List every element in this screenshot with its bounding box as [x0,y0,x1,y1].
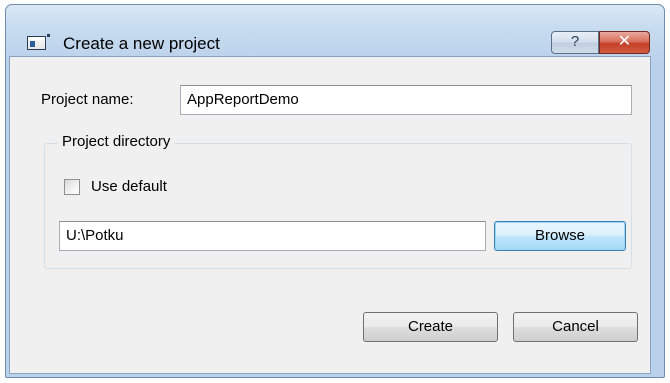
project-name-input[interactable]: AppReportDemo [180,85,632,115]
dialog-body: Project name: AppReportDemo Project dire… [9,56,651,374]
project-directory-input[interactable]: U:\Potku [59,221,486,251]
use-default-label[interactable]: Use default [91,178,167,196]
dialog-window: Create a new project ? ✕ Project name: A… [0,0,670,383]
close-icon: ✕ [617,33,632,50]
window-title: Create a new project [63,34,220,53]
close-button[interactable]: ✕ [599,31,650,54]
project-directory-group: Project directory Use default U:\Potku B… [44,133,632,269]
browse-button[interactable]: Browse [494,221,626,251]
project-name-label: Project name: [41,91,134,108]
group-title: Project directory [58,133,175,151]
help-icon: ? [570,33,580,50]
cancel-button[interactable]: Cancel [513,312,638,342]
application-window-icon [27,34,50,50]
help-button[interactable]: ? [551,31,599,54]
use-default-checkbox[interactable] [64,179,80,195]
create-button[interactable]: Create [363,312,498,342]
title-bar[interactable]: Create a new project ? ✕ [6,5,664,57]
